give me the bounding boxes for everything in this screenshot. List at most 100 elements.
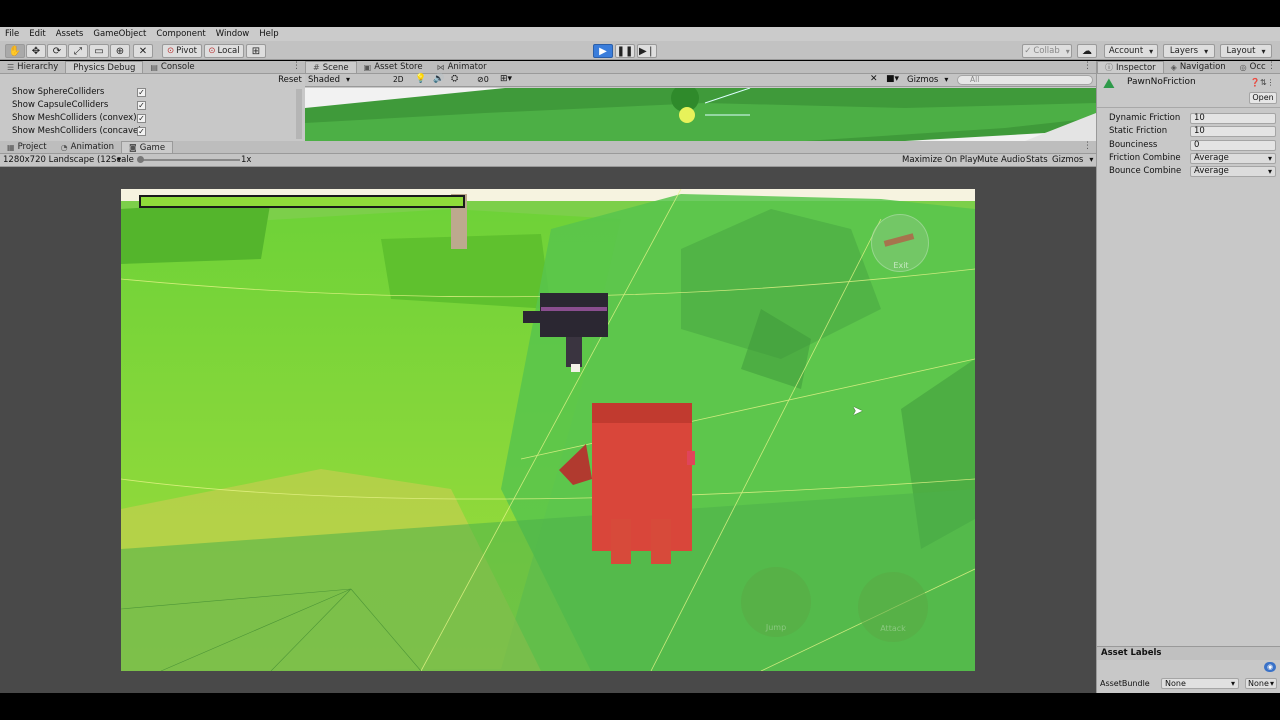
- collab-button[interactable]: ✓ Collab: [1022, 44, 1072, 58]
- hidden-objects-toggle[interactable]: ⊘0: [477, 75, 489, 84]
- transform-tool-icon[interactable]: ⊕: [110, 44, 130, 58]
- attack-label: Attack: [880, 624, 906, 633]
- pd-row-label: Show CapsuleColliders: [12, 100, 109, 110]
- grid-snap-icon[interactable]: ⊞: [246, 44, 266, 58]
- pivot-toggle[interactable]: ⊙ Pivot: [162, 44, 202, 58]
- custom-tool-icon[interactable]: ✕: [133, 44, 153, 58]
- panel-menu-icon[interactable]: ⋮: [1083, 141, 1092, 151]
- menu-window[interactable]: Window: [216, 29, 250, 39]
- pause-button[interactable]: ❚❚: [615, 44, 635, 58]
- tab-scene[interactable]: # Scene: [305, 61, 357, 73]
- tab-inspector[interactable]: ⓘ Inspector: [1097, 61, 1164, 73]
- menu-gameobject[interactable]: GameObject: [93, 29, 146, 39]
- scale-tool-icon[interactable]: ⤢: [68, 44, 88, 58]
- health-bar: [139, 195, 465, 208]
- layout-dropdown[interactable]: Layout: [1220, 44, 1272, 58]
- field-label: Bounce Combine: [1109, 166, 1182, 176]
- pd-row-label: Show MeshColliders (concave): [12, 126, 142, 136]
- show-sphere-colliders-checkbox[interactable]: ✓: [137, 88, 146, 97]
- friction-combine-select[interactable]: Average: [1190, 153, 1276, 164]
- stats-toggle[interactable]: Stats: [1026, 155, 1048, 165]
- animator-icon: ⋈: [436, 62, 445, 72]
- mute-audio-toggle[interactable]: Mute Audio: [977, 155, 1025, 165]
- bounciness-input[interactable]: 0: [1190, 140, 1276, 151]
- tab-hierarchy[interactable]: ☰ Hierarchy: [0, 61, 65, 73]
- tab-occlusion[interactable]: ◎ Occ: [1233, 61, 1266, 73]
- tab-console[interactable]: ▤ Console: [143, 61, 201, 73]
- play-button[interactable]: ▶: [593, 44, 613, 58]
- hand-tool-icon[interactable]: ✋: [5, 44, 25, 58]
- tab-physics-debug[interactable]: Physics Debug: [65, 61, 144, 73]
- maximize-on-play-toggle[interactable]: Maximize On Play: [902, 155, 977, 165]
- audio-icon[interactable]: 🔊: [433, 74, 444, 84]
- effects-icon[interactable]: ⛭: [451, 74, 458, 84]
- exit-button[interactable]: Exit: [871, 214, 929, 272]
- occlusion-icon: ◎: [1239, 62, 1247, 72]
- scrollbar[interactable]: [296, 89, 302, 139]
- game-view[interactable]: Exit Jump Attack ➤: [121, 189, 975, 671]
- resolution-dropdown[interactable]: 1280x720 Landscape (12: [3, 155, 121, 165]
- menu-file[interactable]: File: [5, 29, 19, 39]
- dynamic-friction-input[interactable]: 10: [1190, 113, 1276, 124]
- scene-panel: #Scene ▣Asset Store ⋈Animator ⋮ Shaded 2…: [305, 61, 1096, 141]
- gamepad-icon: ◙: [128, 143, 137, 152]
- camera-icon[interactable]: ■▾: [886, 74, 899, 84]
- open-button[interactable]: Open: [1249, 92, 1277, 104]
- show-capsule-colliders-checkbox[interactable]: ✓: [137, 101, 146, 110]
- exit-icon: [883, 233, 915, 247]
- animation-icon: ◔: [60, 142, 68, 152]
- game-gizmos-dropdown[interactable]: Gizmos: [1052, 155, 1093, 165]
- help-icon[interactable]: ❓⇅⋮: [1250, 78, 1275, 87]
- field-label: Bounciness: [1109, 140, 1158, 150]
- panel-menu-icon[interactable]: ⋮: [292, 61, 301, 71]
- tab-animation[interactable]: ◔ Animation: [54, 141, 121, 153]
- tab-animator[interactable]: ⋈ Animator: [430, 61, 494, 73]
- panel-menu-icon[interactable]: ⋮: [1267, 61, 1276, 71]
- 2d-toggle[interactable]: 2D: [393, 75, 407, 84]
- chevron-down-icon: ▾: [1230, 679, 1235, 688]
- layers-dropdown[interactable]: Layers: [1163, 44, 1215, 58]
- scene-search-input[interactable]: All: [957, 75, 1093, 85]
- scale-label: Scale: [111, 155, 134, 165]
- show-mesh-convex-checkbox[interactable]: ✓: [137, 114, 146, 123]
- scale-slider-track[interactable]: [140, 159, 240, 161]
- asset-bundle-variant-select[interactable]: None ▾: [1245, 678, 1277, 689]
- lighting-icon[interactable]: 💡: [415, 74, 426, 84]
- cloud-icon[interactable]: ☁: [1077, 44, 1097, 58]
- step-button[interactable]: ▶❘: [637, 44, 657, 58]
- account-dropdown[interactable]: Account: [1104, 44, 1158, 58]
- reset-button[interactable]: Reset: [278, 75, 302, 87]
- tab-project[interactable]: ▦ Project: [0, 141, 54, 153]
- tab-navigation[interactable]: ◈ Navigation: [1164, 61, 1233, 73]
- grid-icon: #: [313, 63, 320, 72]
- label-tag-icon[interactable]: ◉: [1264, 662, 1276, 672]
- static-friction-input[interactable]: 10: [1190, 126, 1276, 137]
- jump-button[interactable]: Jump: [741, 567, 811, 637]
- field-label: Dynamic Friction: [1109, 113, 1181, 123]
- field-label: Static Friction: [1109, 126, 1168, 136]
- field-label: Friction Combine: [1109, 153, 1181, 163]
- gizmos-dropdown[interactable]: Gizmos: [907, 75, 948, 85]
- grid-toggle-icon[interactable]: ⊞▾: [500, 74, 512, 84]
- menu-help[interactable]: Help: [259, 29, 278, 39]
- bounce-combine-select[interactable]: Average: [1190, 166, 1276, 177]
- rect-tool-icon[interactable]: ▭: [89, 44, 109, 58]
- move-tool-icon[interactable]: ✥: [26, 44, 46, 58]
- tab-asset-store[interactable]: ▣ Asset Store: [357, 61, 430, 73]
- menu-assets[interactable]: Assets: [56, 29, 84, 39]
- shading-dropdown[interactable]: Shaded: [308, 75, 384, 85]
- list-icon: ☰: [7, 62, 15, 72]
- attack-button[interactable]: Attack: [858, 572, 928, 642]
- asset-bundle-select[interactable]: None ▾: [1161, 678, 1239, 689]
- scene-viewport[interactable]: [305, 88, 1096, 141]
- menu-edit[interactable]: Edit: [29, 29, 45, 39]
- tab-game[interactable]: ◙ Game: [120, 141, 174, 153]
- menu-component[interactable]: Component: [156, 29, 205, 39]
- local-toggle[interactable]: ⊙ Local: [204, 44, 244, 58]
- rotate-tool-icon[interactable]: ⟳: [47, 44, 67, 58]
- game-toolbar: 1280x720 Landscape (12 Scale 1x Maximize…: [0, 154, 1096, 167]
- panel-menu-icon[interactable]: ⋮: [1083, 61, 1092, 71]
- show-mesh-concave-checkbox[interactable]: ✓: [137, 127, 146, 136]
- scale-slider-thumb[interactable]: [137, 156, 144, 163]
- tools-icon[interactable]: ✕: [870, 74, 878, 84]
